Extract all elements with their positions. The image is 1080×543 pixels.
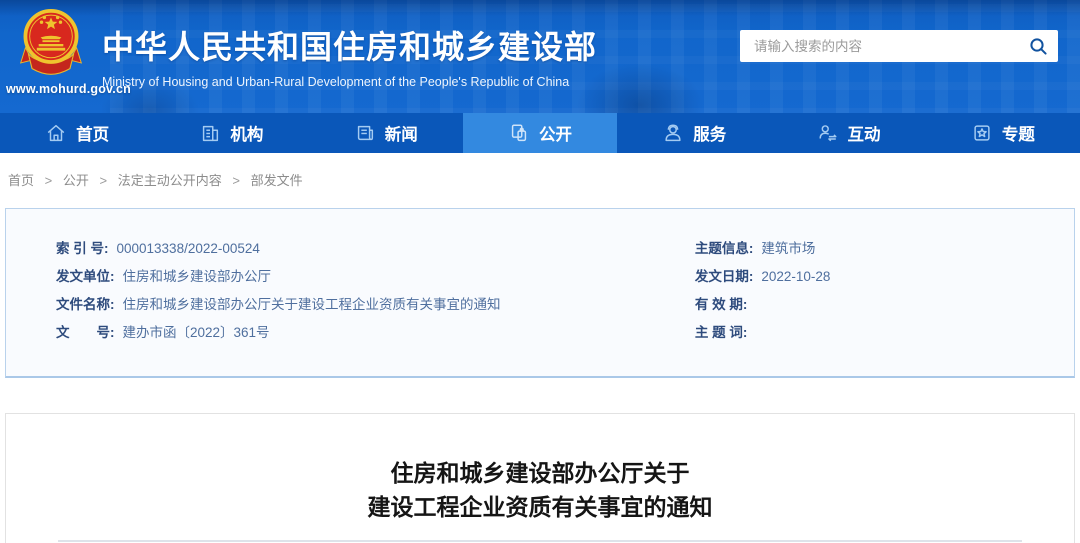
meta-row-index-number: 索 引 号: 000013338/2022-00524 — [56, 239, 695, 258]
meta-label: 主题信息: — [694, 241, 754, 256]
search-button[interactable] — [1018, 30, 1058, 62]
breadcrumb: 首页 > 公开 > 法定主动公开内容 > 部发文件 — [0, 153, 1080, 202]
nav-item-label: 首页 — [76, 126, 110, 144]
meta-row-document-number: 文 号: 建办市函〔2022〕361号 — [56, 323, 695, 342]
document-title: 住房和城乡建设部办公厅关于 建设工程企业资质有关事宜的通知 — [6, 456, 1074, 524]
interaction-icon — [819, 125, 837, 142]
meta-row-validity-period: 有 效 期: — [695, 295, 1024, 314]
topic-icon — [974, 125, 990, 141]
meta-value: 000013338/2022-00524 — [116, 241, 260, 256]
search-box — [740, 30, 1058, 62]
meta-label: 发文日期: — [694, 269, 754, 284]
nav-item-interaction[interactable]: 互动 — [771, 113, 925, 153]
metadata-right-column: 主题信息: 建筑市场 发文日期: 2022-10-28 有 效 期: 主 题 词… — [695, 239, 1024, 342]
breadcrumb-separator: > — [99, 173, 108, 188]
meta-value: 建筑市场 — [761, 241, 816, 256]
breadcrumb-separator: > — [232, 173, 240, 188]
home-icon — [47, 124, 65, 142]
nav-item-label: 新闻 — [384, 126, 418, 144]
breadcrumb-item-statutory-disclosure[interactable]: 法定主动公开内容 — [118, 173, 222, 188]
nav-item-disclosure[interactable]: 公开 — [462, 113, 618, 153]
metadata-left-column: 索 引 号: 000013338/2022-00524 发文单位: 住房和城乡建… — [56, 239, 695, 342]
national-emblem-icon — [20, 8, 82, 75]
document-content-panel: 住房和城乡建设部办公厅关于 建设工程企业资质有关事宜的通知 — [5, 413, 1075, 543]
news-icon — [357, 125, 373, 141]
breadcrumb-item-home[interactable]: 首页 — [8, 173, 34, 188]
nav-item-label: 服务 — [693, 126, 727, 144]
organization-icon — [203, 125, 219, 142]
meta-value: 2022-10-28 — [761, 269, 831, 284]
meta-label: 文 号: — [56, 325, 115, 340]
meta-value: 住房和城乡建设部办公厅关于建设工程企业资质有关事宜的通知 — [122, 297, 501, 312]
nav-item-label: 机构 — [230, 126, 264, 144]
meta-row-issuing-unit: 发文单位: 住房和城乡建设部办公厅 — [56, 267, 695, 286]
document-title-line2: 建设工程企业资质有关事宜的通知 — [367, 494, 713, 520]
meta-label: 有 效 期: — [694, 297, 748, 312]
banner-titles: 中华人民共和国住房和城乡建设部 Ministry of Housing and … — [102, 22, 597, 89]
meta-row-issue-date: 发文日期: 2022-10-28 — [695, 267, 1024, 286]
meta-label: 文件名称: — [56, 297, 115, 312]
nav-item-organization[interactable]: 机构 — [154, 113, 308, 153]
nav-item-label: 互动 — [847, 126, 881, 144]
main-nav: 首页 机构 新闻 公开 服务 互动 专题 — [0, 113, 1080, 153]
meta-row-topic-info: 主题信息: 建筑市场 — [695, 239, 1024, 258]
meta-label: 主 题 词: — [694, 325, 748, 340]
nav-item-topic[interactable]: 专题 — [926, 113, 1080, 153]
breadcrumb-item-disclosure[interactable]: 公开 — [63, 173, 89, 188]
title-divider — [58, 540, 1022, 542]
breadcrumb-item-ministry-documents[interactable]: 部发文件 — [251, 173, 303, 188]
meta-row-keywords: 主 题 词: — [695, 323, 1024, 342]
ministry-title-en: Ministry of Housing and Urban-Rural Deve… — [102, 75, 570, 89]
search-icon — [1029, 37, 1047, 55]
nav-item-label: 公开 — [538, 126, 572, 144]
disclosure-icon — [511, 124, 527, 142]
document-title-line1: 住房和城乡建设部办公厅关于 — [390, 460, 690, 486]
ministry-title-cn: 中华人民共和国住房和城乡建设部 — [102, 29, 598, 65]
document-metadata-panel: 索 引 号: 000013338/2022-00524 发文单位: 住房和城乡建… — [5, 208, 1075, 378]
nav-item-service[interactable]: 服务 — [617, 113, 771, 153]
meta-row-document-name: 文件名称: 住房和城乡建设部办公厅关于建设工程企业资质有关事宜的通知 — [56, 295, 695, 314]
nav-item-label: 专题 — [1001, 126, 1035, 144]
breadcrumb-separator: > — [44, 173, 53, 188]
site-banner: www.mohurd.gov.cn 中华人民共和国住房和城乡建设部 Minist… — [0, 0, 1080, 113]
meta-value: 建办市函〔2022〕361号 — [122, 325, 270, 340]
service-icon — [665, 124, 681, 142]
nav-item-home[interactable]: 首页 — [0, 113, 154, 153]
meta-value: 住房和城乡建设部办公厅 — [122, 269, 272, 284]
meta-label: 索 引 号: — [56, 241, 109, 256]
meta-label: 发文单位: — [56, 269, 115, 284]
nav-item-news[interactable]: 新闻 — [309, 113, 463, 153]
search-input[interactable] — [740, 38, 1018, 54]
